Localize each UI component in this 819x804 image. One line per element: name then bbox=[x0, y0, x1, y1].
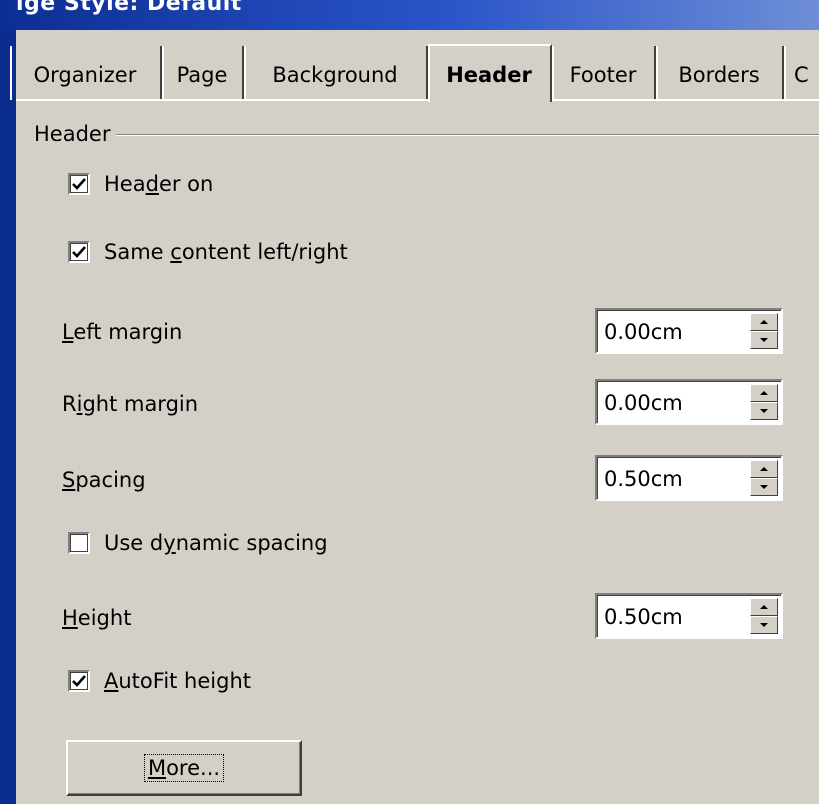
height-decrement-button[interactable] bbox=[750, 616, 778, 634]
height-spinbox[interactable]: 0.50cm bbox=[595, 593, 783, 639]
dynamic-spacing-label: Use dynamic spacing bbox=[104, 531, 328, 555]
arrow-down-icon bbox=[760, 623, 768, 627]
spacing-increment-button[interactable] bbox=[750, 460, 778, 478]
same-content-checkbox-row[interactable]: Same content left/right bbox=[66, 238, 348, 266]
right-margin-spinbox[interactable]: 0.00cm bbox=[595, 379, 783, 425]
dynamic-spacing-checkbox[interactable] bbox=[68, 532, 90, 554]
autofit-height-label: AutoFit height bbox=[104, 669, 251, 693]
same-content-checkbox[interactable] bbox=[68, 241, 90, 263]
tab-columns-partial[interactable]: C bbox=[784, 46, 819, 100]
arrow-up-icon bbox=[760, 605, 768, 609]
more-button-label: More... bbox=[143, 754, 225, 782]
arrow-up-icon bbox=[760, 467, 768, 471]
spacing-value[interactable]: 0.50cm bbox=[604, 466, 683, 492]
arrow-down-icon bbox=[760, 338, 768, 342]
more-button[interactable]: More... bbox=[66, 740, 302, 796]
tab-baseline bbox=[16, 99, 819, 101]
tab-organizer[interactable]: Organizer bbox=[10, 46, 162, 100]
right-margin-increment-button[interactable] bbox=[750, 384, 778, 402]
height-value[interactable]: 0.50cm bbox=[604, 604, 683, 630]
checkmark-icon bbox=[72, 178, 86, 190]
height-label: Height bbox=[62, 606, 132, 630]
spacing-label: Spacing bbox=[62, 468, 146, 492]
spacing-decrement-button[interactable] bbox=[750, 478, 778, 496]
right-margin-decrement-button[interactable] bbox=[750, 402, 778, 420]
header-on-label: Header on bbox=[104, 172, 214, 196]
header-on-checkbox[interactable] bbox=[68, 173, 90, 195]
window-title: ige Style: Default bbox=[16, 0, 242, 16]
spacing-spinbox[interactable]: 0.50cm bbox=[595, 455, 783, 501]
dynamic-spacing-checkbox-row[interactable]: Use dynamic spacing bbox=[66, 529, 328, 557]
autofit-height-checkbox[interactable] bbox=[68, 670, 90, 692]
title-bar: ige Style: Default bbox=[0, 0, 819, 30]
right-margin-label: Right margin bbox=[62, 392, 199, 416]
tab-footer[interactable]: Footer bbox=[552, 46, 656, 100]
arrow-up-icon bbox=[760, 320, 768, 324]
tab-page[interactable]: Page bbox=[162, 46, 244, 100]
tab-borders[interactable]: Borders bbox=[656, 46, 784, 100]
page-style-dialog: Organizer Page Background Header Footer … bbox=[16, 30, 819, 804]
same-content-label: Same content left/right bbox=[104, 240, 348, 264]
left-margin-value[interactable]: 0.00cm bbox=[604, 319, 683, 345]
autofit-height-checkbox-row[interactable]: AutoFit height bbox=[66, 667, 251, 695]
arrow-up-icon bbox=[760, 391, 768, 395]
group-separator bbox=[34, 134, 819, 136]
group-label-header: Header bbox=[34, 121, 117, 147]
left-margin-label: Left margin bbox=[62, 320, 183, 344]
left-margin-spinbox[interactable]: 0.00cm bbox=[595, 308, 783, 354]
checkmark-icon bbox=[72, 675, 86, 687]
tab-header[interactable]: Header bbox=[428, 44, 552, 102]
header-on-checkbox-row[interactable]: Header on bbox=[66, 170, 213, 198]
checkmark-icon bbox=[72, 246, 86, 258]
left-margin-increment-button[interactable] bbox=[750, 313, 778, 331]
height-increment-button[interactable] bbox=[750, 598, 778, 616]
left-margin-decrement-button[interactable] bbox=[750, 331, 778, 349]
arrow-down-icon bbox=[760, 485, 768, 489]
arrow-down-icon bbox=[760, 409, 768, 413]
tab-background[interactable]: Background bbox=[244, 46, 428, 100]
right-margin-value[interactable]: 0.00cm bbox=[604, 390, 683, 416]
